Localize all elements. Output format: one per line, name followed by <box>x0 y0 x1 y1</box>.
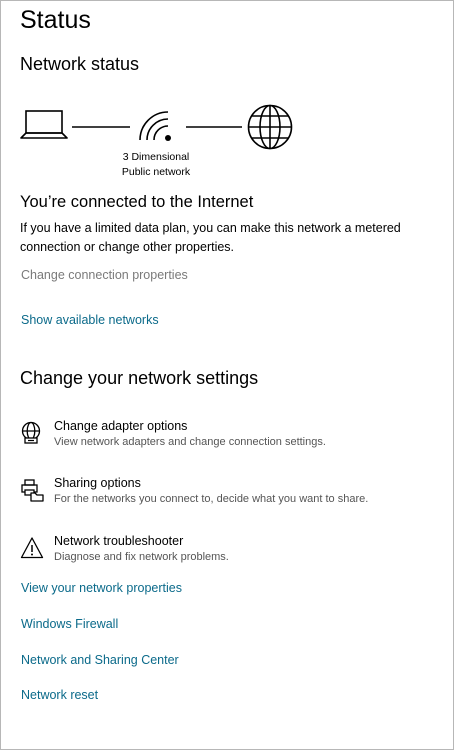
network-name: 3 Dimensional <box>122 151 190 163</box>
connection-line <box>186 126 242 128</box>
network-troubleshooter[interactable]: Network troubleshooter Diagnose and fix … <box>20 534 440 574</box>
change-adapter-options[interactable]: Change adapter options View network adap… <box>20 419 440 459</box>
option-subtitle: For the networks you connect to, decide … <box>54 493 369 505</box>
view-network-properties-link[interactable]: View your network properties <box>21 581 182 595</box>
option-title: Network troubleshooter <box>54 534 184 548</box>
connection-description: If you have a limited data plan, you can… <box>20 221 401 254</box>
network-sharing-center-link[interactable]: Network and Sharing Center <box>21 653 179 667</box>
change-settings-heading: Change your network settings <box>20 368 259 388</box>
show-available-networks-link[interactable]: Show available networks <box>21 313 159 327</box>
network-reset-link[interactable]: Network reset <box>21 688 98 702</box>
option-title: Change adapter options <box>54 419 188 433</box>
windows-firewall-link[interactable]: Windows Firewall <box>21 617 118 631</box>
sharing-printer-icon <box>21 479 44 502</box>
network-caption: 3 Dimensional Public network <box>100 150 212 180</box>
change-connection-properties-link[interactable]: Change connection properties <box>21 268 188 282</box>
warning-icon <box>20 537 44 559</box>
option-subtitle: View network adapters and change connect… <box>54 436 326 448</box>
connected-title: You’re connected to the Internet <box>20 193 254 211</box>
adapter-globe-icon <box>21 421 41 444</box>
network-status-heading: Network status <box>20 54 140 74</box>
sharing-options[interactable]: Sharing options For the networks you con… <box>20 476 440 516</box>
option-subtitle: Diagnose and fix network problems. <box>54 551 229 563</box>
globe-icon <box>247 104 293 150</box>
laptop-icon <box>20 110 68 139</box>
connection-line <box>72 126 130 128</box>
option-title: Sharing options <box>54 476 141 490</box>
wifi-icon <box>139 111 171 141</box>
page-title: Status <box>20 6 91 34</box>
network-type: Public network <box>121 166 191 178</box>
